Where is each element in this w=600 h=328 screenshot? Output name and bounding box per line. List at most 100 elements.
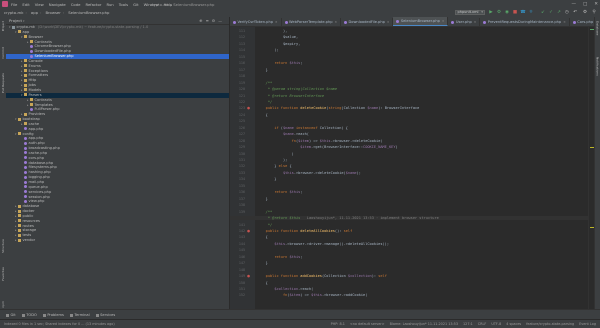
git-update-icon[interactable]: ↙ bbox=[540, 10, 546, 16]
editor-gutter[interactable]: 111 112 113 114 115 116 117 118 119 120 121 122 123 1… bbox=[230, 27, 255, 309]
run-configuration-select[interactable]: phpunit.xml ▾ bbox=[455, 9, 485, 15]
code-line[interactable]: */ bbox=[257, 100, 272, 104]
breadcrumb-item[interactable]: crypto-mk bbox=[4, 10, 23, 15]
stop-icon[interactable]: ■ bbox=[512, 10, 518, 16]
editor-tab[interactable]: Cors.php✕ bbox=[570, 18, 595, 26]
close-icon[interactable]: ✕ bbox=[387, 20, 390, 24]
menu-item-code[interactable]: Code bbox=[71, 2, 81, 7]
breadcrumb-item[interactable]: app bbox=[31, 10, 38, 15]
close-icon[interactable]: ✕ bbox=[335, 20, 338, 24]
close-icon[interactable]: ✕ bbox=[563, 20, 566, 24]
minimize-icon[interactable]: — bbox=[571, 2, 576, 7]
tool-window-commit[interactable]: Commit bbox=[1, 47, 5, 59]
editor-tab[interactable]: WebParserTemplate.php ✕ bbox=[282, 18, 342, 26]
status-item[interactable]: 4 spaces bbox=[506, 322, 521, 326]
code-line[interactable]: public function addCookies(Collection $c… bbox=[257, 274, 387, 278]
tool-window-npm[interactable]: npm bbox=[1, 301, 5, 308]
menu-item-git[interactable]: Git bbox=[133, 2, 139, 7]
code-line[interactable]: $collection->each( bbox=[257, 287, 313, 291]
bottom-tab-git[interactable]: Git bbox=[6, 313, 16, 317]
editor-tab[interactable]: VerifyCsrfToken.php ✕ bbox=[230, 18, 282, 26]
code-line[interactable]: return $this; bbox=[257, 61, 302, 65]
code-line[interactable]: fn($item) => $this->browser->deleteCooki… bbox=[257, 139, 383, 143]
code-editor[interactable]: ), $value, $expiry, ); return $this; } /… bbox=[230, 27, 589, 309]
implements-method-icon[interactable]: ● bbox=[247, 274, 250, 278]
code-line[interactable]: * @param string|Collection $name bbox=[257, 87, 337, 91]
code-line[interactable]: */ bbox=[257, 223, 272, 227]
status-item[interactable]: <no default server> bbox=[350, 322, 385, 326]
coverage-icon[interactable]: ◉ bbox=[504, 10, 510, 16]
code-line[interactable]: $item->get(BrowserInterface::COOKIE_NAME… bbox=[257, 145, 397, 149]
code-line[interactable]: } bbox=[257, 197, 268, 201]
code-line[interactable]: public function deleteAllCookies(): self bbox=[257, 229, 353, 233]
search-icon[interactable]: ⚲ bbox=[591, 10, 597, 16]
status-item[interactable]: feature/crypto-state-parsing bbox=[526, 322, 574, 326]
project-panel-title[interactable]: Project bbox=[9, 18, 22, 23]
code-line[interactable]: ); bbox=[257, 48, 278, 52]
history-icon[interactable]: ◷ bbox=[564, 10, 570, 16]
code-line[interactable]: } bbox=[257, 177, 276, 181]
code-line[interactable]: fn($item) => $this->browser->addCookie( bbox=[257, 293, 367, 297]
breadcrumb-item[interactable]: SeleniumBrowser.php bbox=[68, 10, 109, 15]
code-line[interactable]: * @return $this Laoshouyijun*, 11.11.202… bbox=[230, 216, 589, 221]
code-line[interactable]: $this->browser->driver->manage()->delete… bbox=[257, 242, 389, 246]
menu-item-refactor[interactable]: Refactor bbox=[86, 2, 102, 7]
close-icon[interactable]: ✕ bbox=[442, 19, 445, 23]
maximize-icon[interactable]: □ bbox=[583, 2, 587, 7]
editor-tab[interactable]: SeleniumBrowser.php ✕ bbox=[393, 17, 449, 26]
rollback-icon[interactable]: ↶ bbox=[572, 10, 578, 16]
code-line[interactable]: $expiry, bbox=[257, 42, 300, 46]
code-line[interactable]: ), bbox=[257, 29, 287, 33]
menu-item-navigate[interactable]: Navigate bbox=[49, 2, 66, 7]
code-line[interactable]: ); bbox=[257, 158, 287, 162]
debug-icon[interactable]: ⚙ bbox=[496, 10, 502, 16]
tree-node-folder[interactable]: ▸ vendor bbox=[6, 238, 229, 243]
code-line[interactable]: * @return BrowserInterface bbox=[257, 94, 324, 98]
tool-window-structure[interactable]: Structure bbox=[1, 239, 5, 253]
implements-method-icon[interactable]: ● bbox=[247, 229, 250, 233]
settings-gear-icon[interactable]: ⚙ bbox=[582, 10, 588, 16]
status-item[interactable]: 127:1 bbox=[463, 322, 473, 326]
code-line[interactable]: /** bbox=[257, 210, 273, 214]
code-line[interactable]: { bbox=[257, 235, 268, 239]
menu-item-view[interactable]: View bbox=[35, 2, 44, 7]
breadcrumb-item[interactable]: Browser bbox=[45, 10, 60, 15]
code-line[interactable]: /** bbox=[257, 81, 273, 85]
menu-item-file[interactable]: File bbox=[11, 2, 17, 7]
git-commit-icon[interactable]: ✓ bbox=[548, 10, 554, 16]
code-line[interactable]: $value, bbox=[257, 35, 298, 39]
tool-window-project[interactable]: Project bbox=[1, 21, 5, 31]
menu-item-tools[interactable]: Tools bbox=[119, 2, 128, 7]
close-icon[interactable]: ✕ bbox=[275, 20, 278, 24]
code-line[interactable]: if ($name instanceof Collection) { bbox=[257, 126, 348, 130]
run-icon[interactable]: ▶ bbox=[488, 10, 494, 16]
phone-icon[interactable]: ☎ bbox=[520, 10, 526, 16]
status-item[interactable]: CRLF bbox=[478, 322, 487, 326]
bottom-tab-services[interactable]: Services bbox=[95, 313, 115, 317]
code-line[interactable]: { bbox=[257, 281, 268, 285]
code-line[interactable]: { bbox=[257, 113, 268, 117]
tool-window-database[interactable]: Database bbox=[596, 21, 600, 35]
tool-window-notifications[interactable]: Notifications bbox=[596, 57, 600, 76]
code-line[interactable]: $this->browser->deleteCookie($name); bbox=[257, 171, 361, 175]
editor-tab[interactable]: PreventRequestsDuringMaintenance.php ✕ bbox=[480, 18, 570, 26]
menu-item-edit[interactable]: Edit bbox=[22, 2, 29, 7]
bottom-tab-terminal[interactable]: Terminal bbox=[69, 313, 90, 317]
code-line[interactable]: ) bbox=[257, 152, 294, 156]
code-line[interactable]: $name->each( bbox=[257, 132, 309, 136]
code-line[interactable]: return $this; bbox=[257, 190, 302, 194]
close-icon[interactable]: ✕ bbox=[594, 2, 598, 7]
chevron-down-icon[interactable]: ▾ bbox=[23, 19, 25, 23]
listen-debug-icon[interactable]: ⍟ bbox=[528, 10, 534, 16]
tool-window-pull-requests[interactable]: Pull Requests bbox=[1, 73, 5, 93]
bottom-tab-todo[interactable]: TODO bbox=[21, 313, 37, 317]
status-item[interactable]: PHP: 8.1 bbox=[331, 322, 345, 326]
tool-window-favorites[interactable]: Favorites bbox=[1, 267, 5, 281]
code-line[interactable]: } else { bbox=[257, 164, 291, 168]
implements-method-icon[interactable]: ● bbox=[247, 106, 250, 110]
code-line[interactable]: } bbox=[257, 68, 268, 72]
editor-tab[interactable]: DownloadedFile.php ✕ bbox=[341, 18, 394, 26]
status-item[interactable]: UTF-8 bbox=[491, 322, 501, 326]
status-item[interactable]: Event Log bbox=[579, 322, 596, 326]
status-item[interactable]: Blame: Laoshouyijun* 11.11.2021 13:53 bbox=[390, 322, 458, 326]
